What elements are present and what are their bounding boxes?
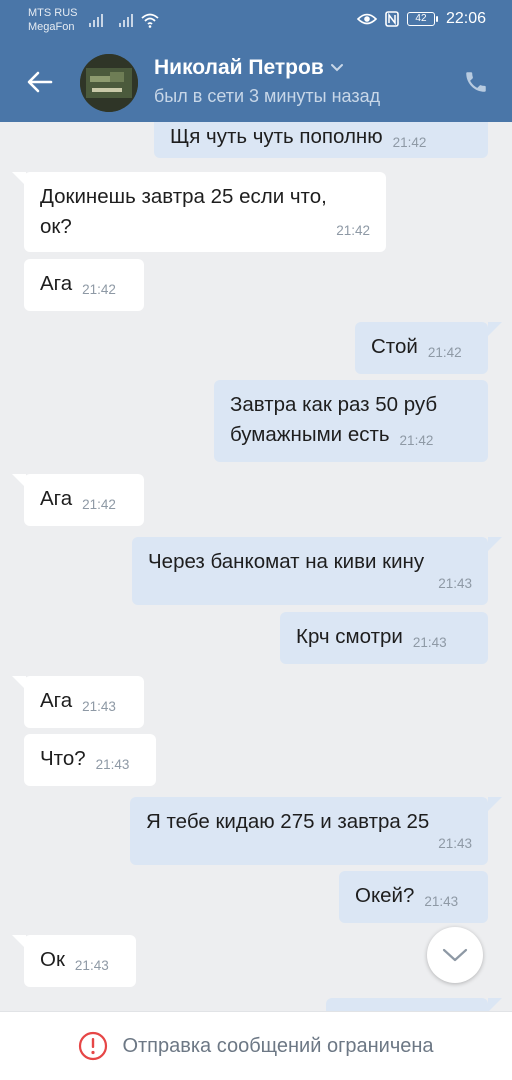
- signal-icon: [119, 14, 133, 27]
- message-time: 21:43: [95, 757, 130, 772]
- message-outgoing[interactable]: Стой 21:42: [355, 322, 488, 374]
- message-time: 21:42: [82, 497, 116, 512]
- message-outgoing[interactable]: Через банкомат на киви кину 21:43: [132, 537, 488, 605]
- wifi-icon: [141, 13, 159, 28]
- back-button[interactable]: [20, 64, 60, 100]
- message-text: Завтра как раз 50 руб: [230, 393, 438, 416]
- contact-status: был в сети 3 минуты назад: [154, 86, 381, 106]
- message-time: 21:43: [424, 894, 459, 909]
- bubble-tail: [488, 797, 502, 811]
- message-text: Щя чуть чуть пополню: [170, 125, 383, 148]
- avatar-image: [80, 54, 138, 112]
- carrier-labels: MTS RUS MegaFon: [28, 6, 78, 34]
- message-outgoing[interactable]: Крч смотри 21:43: [280, 612, 488, 664]
- message-time: 21:43: [438, 836, 472, 851]
- message-time: 21:43: [438, 576, 472, 591]
- message-time: 21:42: [82, 282, 116, 297]
- message-incoming[interactable]: Ага 21:42: [24, 259, 144, 311]
- carrier-1: MTS RUS: [28, 7, 78, 19]
- message-text: Крч смотри: [296, 625, 403, 648]
- avatar[interactable]: [80, 54, 138, 112]
- message-text: Ага: [40, 689, 73, 712]
- message-text: Я тебе кидаю 275 и завтра 25: [146, 810, 430, 833]
- bubble-tail: [488, 998, 502, 1012]
- message-text: Стой: [371, 335, 418, 358]
- message-outgoing[interactable]: Завтра как раз 50 руб бумажными есть 21:4…: [214, 380, 488, 462]
- call-button[interactable]: [460, 66, 492, 98]
- message-text: Ага: [40, 272, 73, 295]
- warning-icon: [79, 1031, 108, 1061]
- message-incoming[interactable]: Ага 21:42: [24, 474, 144, 526]
- clock: 22:06: [445, 10, 486, 27]
- message-time: 21:42: [336, 223, 370, 238]
- battery-level: 42: [406, 12, 435, 26]
- message-text: Что?: [40, 747, 86, 770]
- chevron-down-icon: [330, 64, 343, 72]
- message-time: 21:43: [412, 635, 447, 650]
- message-restriction-bar: Отправка сообщений ограничена: [0, 1011, 512, 1080]
- contact-name-button[interactable]: Николай Петров: [154, 56, 344, 80]
- message-outgoing[interactable]: Я тебе кидаю 275 и завтра 25 21:43: [130, 797, 488, 865]
- message-time: 21:42: [427, 345, 462, 360]
- message-incoming[interactable]: Докинешь завтра 25 если что, ок? 21:42: [24, 172, 386, 252]
- status-bar: MTS RUS MegaFon 42 22:06: [0, 0, 512, 40]
- message-text: Через банкомат на киви кину: [148, 550, 425, 573]
- message-text: ок?: [40, 215, 72, 238]
- contact-name: Николай Петров: [154, 56, 324, 79]
- bubble-tail: [488, 322, 502, 336]
- message-text: Докинешь завтра 25 если что,: [40, 185, 327, 208]
- message-text: Ага: [40, 487, 73, 510]
- signal-icon: [89, 14, 103, 27]
- battery-icon: 42: [406, 12, 438, 26]
- status-right: 42 22:06: [356, 10, 486, 28]
- message-incoming[interactable]: Что? 21:43: [24, 734, 156, 786]
- restriction-text: Отправка сообщений ограничена: [122, 1034, 434, 1057]
- carrier-2: MegaFon: [28, 21, 75, 33]
- message-text: бумажными есть: [230, 423, 390, 446]
- chat-header: MTS RUS MegaFon 42 22:06 Николай Петров …: [0, 0, 512, 122]
- message-time: 21:42: [399, 433, 434, 448]
- back-arrow-icon: [27, 71, 53, 93]
- message-incoming[interactable]: Ок 21:43: [24, 935, 136, 987]
- bubble-tail: [488, 537, 502, 551]
- message-incoming[interactable]: Ага 21:43: [24, 676, 144, 728]
- message-outgoing[interactable]: Окей? 21:43: [339, 871, 488, 923]
- message-time: 21:42: [392, 135, 427, 150]
- message-time: 21:43: [82, 699, 116, 714]
- message-time: 21:43: [74, 958, 109, 973]
- nfc-icon: [385, 11, 399, 27]
- message-text: Окей?: [355, 884, 415, 907]
- scroll-down-button[interactable]: [427, 927, 483, 983]
- message-text: Ок: [40, 948, 65, 971]
- phone-icon: [466, 72, 486, 92]
- scroll-down-chevron-icon: [442, 948, 468, 962]
- eye-icon: [356, 13, 377, 25]
